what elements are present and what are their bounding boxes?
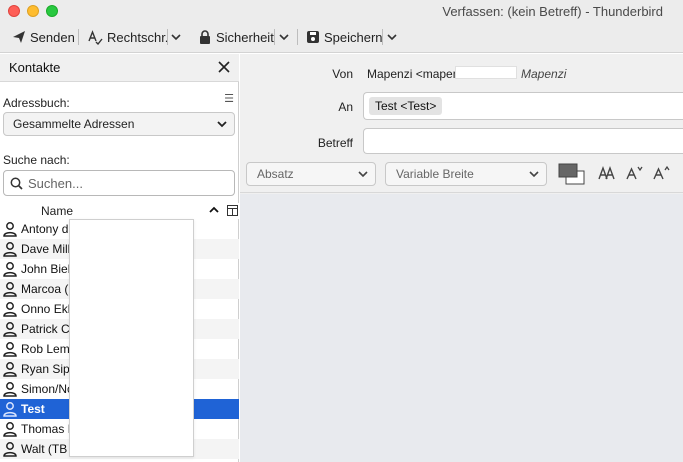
addressbook-value: Gesammelte Adressen bbox=[13, 117, 135, 131]
subject-label: Betreff bbox=[317, 136, 353, 150]
message-body-editor[interactable] bbox=[240, 194, 683, 462]
contacts-column-header[interactable]: Name bbox=[0, 203, 239, 219]
toolbar-separator bbox=[382, 29, 383, 45]
security-label: Sicherheit bbox=[216, 29, 274, 45]
person-icon bbox=[3, 242, 17, 257]
font-size-decrease-icon[interactable] bbox=[626, 165, 644, 184]
contact-name: John Biel bbox=[21, 262, 71, 276]
security-dropdown-button[interactable] bbox=[279, 27, 289, 47]
text-color-icon[interactable] bbox=[558, 163, 586, 185]
from-value[interactable]: Mapenzi <mapen bbox=[367, 67, 459, 81]
send-label: Senden bbox=[30, 29, 75, 45]
person-icon bbox=[3, 302, 17, 317]
subject-field[interactable] bbox=[363, 128, 683, 154]
from-identity: Mapenzi bbox=[521, 67, 567, 81]
spellcheck-icon bbox=[88, 30, 103, 45]
person-icon bbox=[3, 342, 17, 357]
save-dropdown-button[interactable] bbox=[387, 27, 397, 47]
column-picker-icon[interactable] bbox=[227, 205, 238, 216]
send-button[interactable]: Senden bbox=[12, 27, 75, 47]
spelling-label: Rechtschr. bbox=[107, 29, 169, 45]
person-icon bbox=[3, 422, 17, 437]
person-icon bbox=[3, 362, 17, 377]
person-icon bbox=[3, 282, 17, 297]
compose-toolbar: Senden Rechtschr. Sicherheit Speichern bbox=[0, 22, 683, 53]
person-icon bbox=[3, 442, 17, 457]
font-size-increase-icon[interactable] bbox=[653, 165, 671, 184]
save-button[interactable]: Speichern bbox=[306, 27, 383, 47]
paragraph-format-select[interactable]: Absatz bbox=[246, 162, 376, 186]
contact-name: Test bbox=[21, 402, 45, 416]
contact-name: Rob Leml bbox=[21, 342, 73, 356]
font-select[interactable]: Variable Breite bbox=[385, 162, 547, 186]
lock-icon bbox=[200, 29, 210, 44]
chevron-down-icon bbox=[171, 34, 181, 41]
sort-ascending-icon bbox=[209, 206, 219, 213]
search-icon bbox=[10, 177, 23, 190]
font-size-reset-icon[interactable] bbox=[598, 165, 616, 184]
save-icon bbox=[307, 31, 319, 43]
contact-name: Simon/No bbox=[21, 382, 74, 396]
contact-name: Antony d bbox=[21, 222, 69, 236]
addressbook-label: Adressbuch: bbox=[3, 96, 70, 110]
from-address-field[interactable] bbox=[455, 66, 517, 79]
contact-name: Marcoa ( bbox=[21, 282, 69, 296]
title-bar: Verfassen: (kein Betreff) - Thunderbird bbox=[0, 0, 683, 22]
toolbar-separator bbox=[274, 29, 275, 45]
close-icon[interactable] bbox=[217, 60, 231, 74]
person-icon bbox=[3, 402, 17, 417]
from-label: Von bbox=[332, 67, 353, 81]
contact-name: Onno Ekk bbox=[21, 302, 74, 316]
search-placeholder: Suchen... bbox=[28, 175, 83, 191]
search-input[interactable]: Suchen... bbox=[3, 170, 235, 196]
autocomplete-popup bbox=[69, 219, 194, 457]
chevron-down-icon bbox=[387, 34, 397, 41]
to-field[interactable]: Test <Test> bbox=[363, 92, 683, 120]
spelling-button[interactable]: Rechtschr. bbox=[87, 27, 168, 47]
sidebar-title: Kontakte bbox=[9, 60, 61, 75]
contact-name: Thomas I bbox=[21, 422, 72, 436]
security-button[interactable]: Sicherheit bbox=[198, 27, 274, 47]
menu-icon[interactable]: ☰ bbox=[224, 92, 234, 105]
window-title: Verfassen: (kein Betreff) - Thunderbird bbox=[442, 4, 663, 19]
person-icon bbox=[3, 262, 17, 277]
send-icon bbox=[13, 31, 25, 43]
toolbar-separator bbox=[297, 29, 298, 45]
to-label: An bbox=[338, 100, 353, 114]
chevron-down-icon bbox=[358, 171, 368, 178]
chevron-down-icon bbox=[529, 171, 539, 178]
contact-name: Dave Mill bbox=[21, 242, 71, 256]
font-value: Variable Breite bbox=[396, 167, 474, 181]
column-name: Name bbox=[41, 204, 74, 218]
person-icon bbox=[3, 382, 17, 397]
chevron-down-icon bbox=[279, 34, 289, 41]
spelling-dropdown-button[interactable] bbox=[171, 27, 181, 47]
sidebar-header: Kontakte bbox=[0, 54, 239, 82]
chevron-down-icon bbox=[217, 121, 227, 128]
contact-name: Patrick C bbox=[21, 322, 70, 336]
toolbar-separator bbox=[78, 29, 79, 45]
save-label: Speichern bbox=[324, 29, 383, 45]
person-icon bbox=[3, 322, 17, 337]
addressbook-select[interactable]: Gesammelte Adressen bbox=[3, 112, 235, 136]
recipient-pill[interactable]: Test <Test> bbox=[369, 97, 443, 115]
format-toolbar: Absatz Variable Breite bbox=[240, 160, 683, 193]
contact-name: Walt (TB bbox=[21, 442, 68, 456]
person-icon bbox=[3, 222, 17, 237]
search-label: Suche nach: bbox=[3, 153, 70, 167]
toolbar-separator bbox=[167, 29, 168, 45]
paragraph-format-value: Absatz bbox=[257, 167, 294, 181]
